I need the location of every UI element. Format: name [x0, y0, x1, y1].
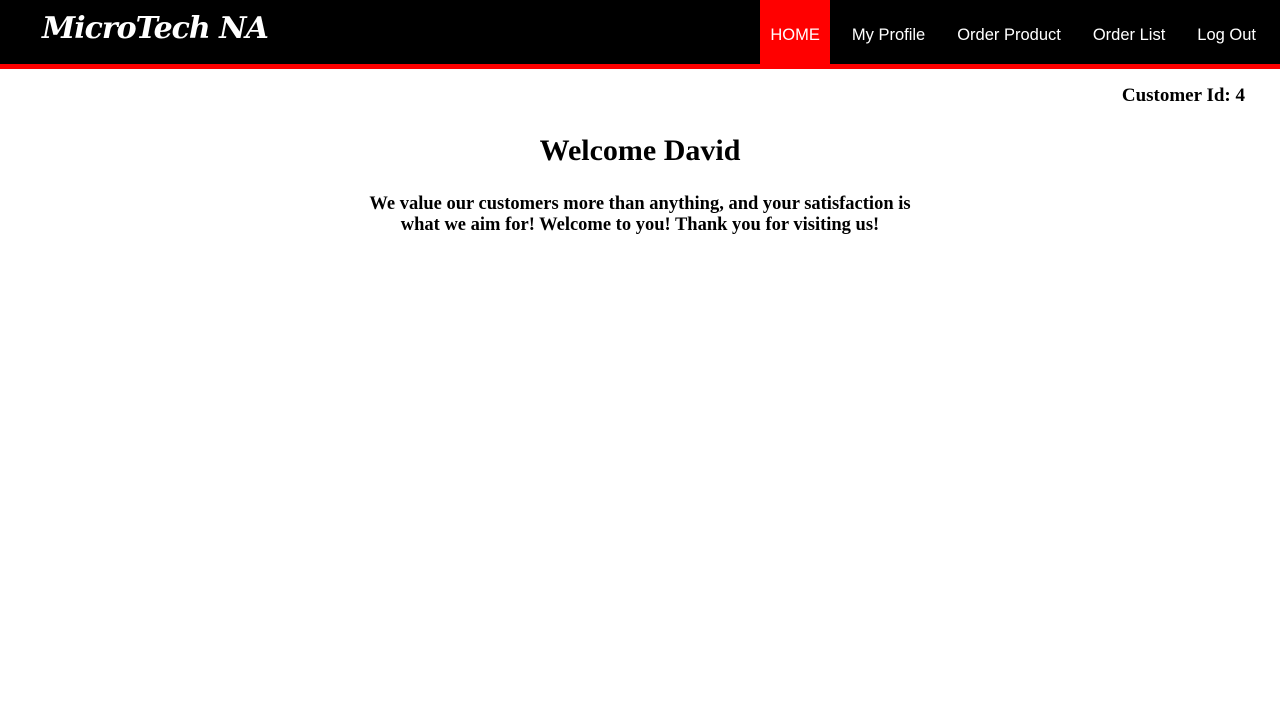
nav-item-my-profile[interactable]: My Profile — [842, 0, 935, 64]
welcome-message: We value our customers more than anythin… — [369, 194, 911, 235]
nav-item-order-list[interactable]: Order List — [1083, 0, 1175, 64]
nav-item-log-out[interactable]: Log Out — [1187, 0, 1266, 64]
customer-id-label: Customer Id: — [1121, 85, 1231, 106]
customer-id-display: Customer Id: 4 — [1122, 85, 1245, 107]
user-name: David — [663, 134, 741, 167]
nav-menu: HOME My Profile Order Product Order List… — [760, 0, 1266, 64]
top-navbar: MicroTech NA HOME My Profile Order Produ… — [0, 0, 1280, 69]
nav-item-home[interactable]: HOME — [760, 0, 830, 64]
nav-item-order-product[interactable]: Order Product — [947, 0, 1071, 64]
brand-logo[interactable]: MicroTech NA — [42, 10, 269, 48]
customer-id-value: 4 — [1235, 85, 1246, 106]
welcome-prefix: Welcome — [539, 134, 657, 167]
welcome-heading: Welcome David — [0, 132, 1280, 170]
